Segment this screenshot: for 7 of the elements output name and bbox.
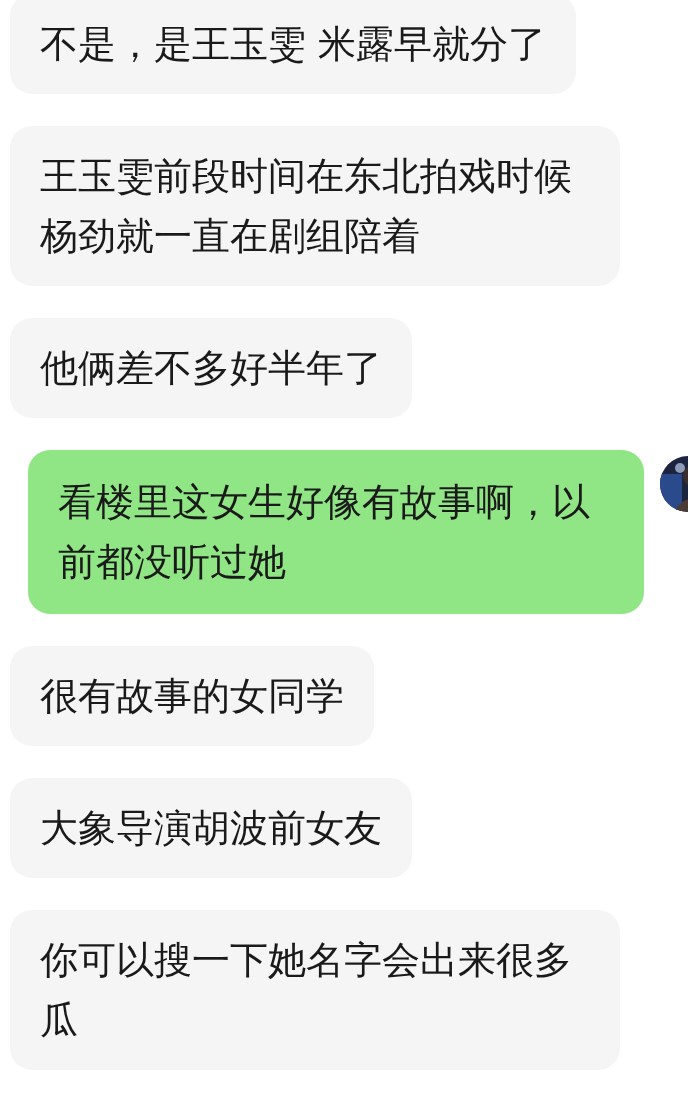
message-bubble: 看楼里这女生好像有故事啊，以前都没听过她 <box>28 450 644 614</box>
message-bubble: 不是，是王玉雯 米露早就分了 <box>10 0 577 94</box>
message-bubble: 他俩差不多好半年了 <box>10 318 412 418</box>
message-bubble: 很有故事的女同学 <box>10 646 374 746</box>
message-bubble: 大象导演胡波前女友 <box>10 778 412 878</box>
message-bubble: 你可以搜一下她名字会出来很多瓜 <box>10 910 620 1070</box>
message-bubble: 王玉雯前段时间在东北拍戏时候杨劲就一直在剧组陪着 <box>10 126 620 286</box>
